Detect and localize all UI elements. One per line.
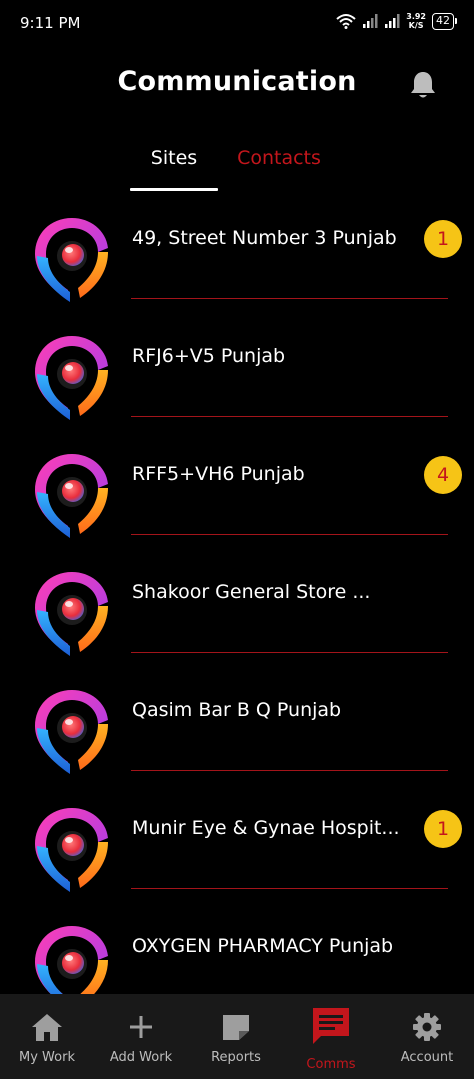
site-pin-icon	[35, 690, 108, 774]
list-item[interactable]: RFF5+VH6 Punjab 4	[0, 436, 474, 554]
nav-my-work[interactable]: My Work	[0, 994, 94, 1079]
nav-add-work[interactable]: Add Work	[94, 994, 188, 1079]
list-item[interactable]: RFJ6+V5 Punjab	[0, 318, 474, 436]
chat-icon	[313, 1008, 349, 1044]
nav-label: Add Work	[109, 1050, 173, 1065]
unread-badge: 4	[424, 456, 462, 494]
page-title: Communication	[117, 66, 357, 97]
signal-icon	[363, 14, 378, 28]
site-pin-icon	[35, 808, 108, 892]
site-name: Shakoor General Store ...	[132, 581, 371, 603]
bell-icon[interactable]	[409, 70, 437, 100]
site-name: 49, Street Number 3 Punjab	[132, 227, 397, 249]
battery-indicator: 42	[432, 12, 457, 30]
note-icon	[223, 1015, 249, 1040]
net-speed-value: 3.92	[406, 12, 426, 21]
nav-label: Reports	[211, 1050, 261, 1065]
gear-icon	[413, 1013, 441, 1041]
plus-icon	[130, 1016, 152, 1038]
net-speed-unit: K/S	[408, 21, 424, 30]
tab-sites[interactable]: Sites	[130, 147, 218, 169]
site-name: Munir Eye & Gynae Hospit...	[132, 817, 400, 839]
site-name: RFF5+VH6 Punjab	[132, 463, 305, 485]
app-header: Communication	[0, 56, 474, 112]
divider	[131, 534, 448, 535]
list-item[interactable]: Shakoor General Store ...	[0, 554, 474, 672]
status-bar: 9:11 PM 3.92 K/S 42	[0, 0, 474, 48]
site-list: 49, Street Number 3 Punjab 1 RFJ6+V5 Pun…	[0, 200, 474, 994]
site-pin-icon	[35, 926, 108, 994]
site-pin-icon	[35, 454, 108, 538]
nav-reports[interactable]: Reports	[189, 994, 283, 1079]
list-item[interactable]: OXYGEN PHARMACY Punjab	[0, 908, 474, 994]
divider	[131, 416, 448, 417]
nav-label: Account	[400, 1050, 454, 1065]
active-tab-indicator	[130, 188, 218, 191]
home-icon	[32, 1014, 62, 1041]
site-pin-icon	[35, 572, 108, 656]
site-pin-icon	[35, 336, 108, 420]
divider	[131, 770, 448, 771]
status-icons: 3.92 K/S 42	[336, 12, 457, 30]
wifi-icon	[336, 14, 356, 29]
status-time: 9:11 PM	[20, 14, 81, 32]
site-name: RFJ6+V5 Punjab	[132, 345, 286, 367]
divider	[131, 652, 448, 653]
unread-badge: 1	[424, 810, 462, 848]
site-pin-icon	[35, 218, 108, 302]
nav-comms[interactable]: Comms	[284, 994, 378, 1079]
signal-icon-2	[385, 14, 400, 28]
list-item[interactable]: 49, Street Number 3 Punjab 1	[0, 200, 474, 318]
list-item[interactable]: Munir Eye & Gynae Hospit... 1	[0, 790, 474, 908]
nav-label: Comms	[306, 1057, 356, 1072]
unread-badge: 1	[424, 220, 462, 258]
divider	[131, 298, 448, 299]
net-speed: 3.92 K/S	[406, 12, 426, 30]
site-name: OXYGEN PHARMACY Punjab	[132, 935, 394, 957]
nav-label: My Work	[19, 1050, 75, 1065]
site-name: Qasim Bar B Q Punjab	[132, 699, 342, 721]
tab-bar: Sites Contacts	[0, 138, 474, 194]
divider	[131, 888, 448, 889]
nav-account[interactable]: Account	[380, 994, 474, 1079]
list-item[interactable]: Qasim Bar B Q Punjab	[0, 672, 474, 790]
bottom-navigation: My Work Add Work Reports Comms Account	[0, 994, 474, 1079]
tab-contacts[interactable]: Contacts	[236, 147, 322, 169]
